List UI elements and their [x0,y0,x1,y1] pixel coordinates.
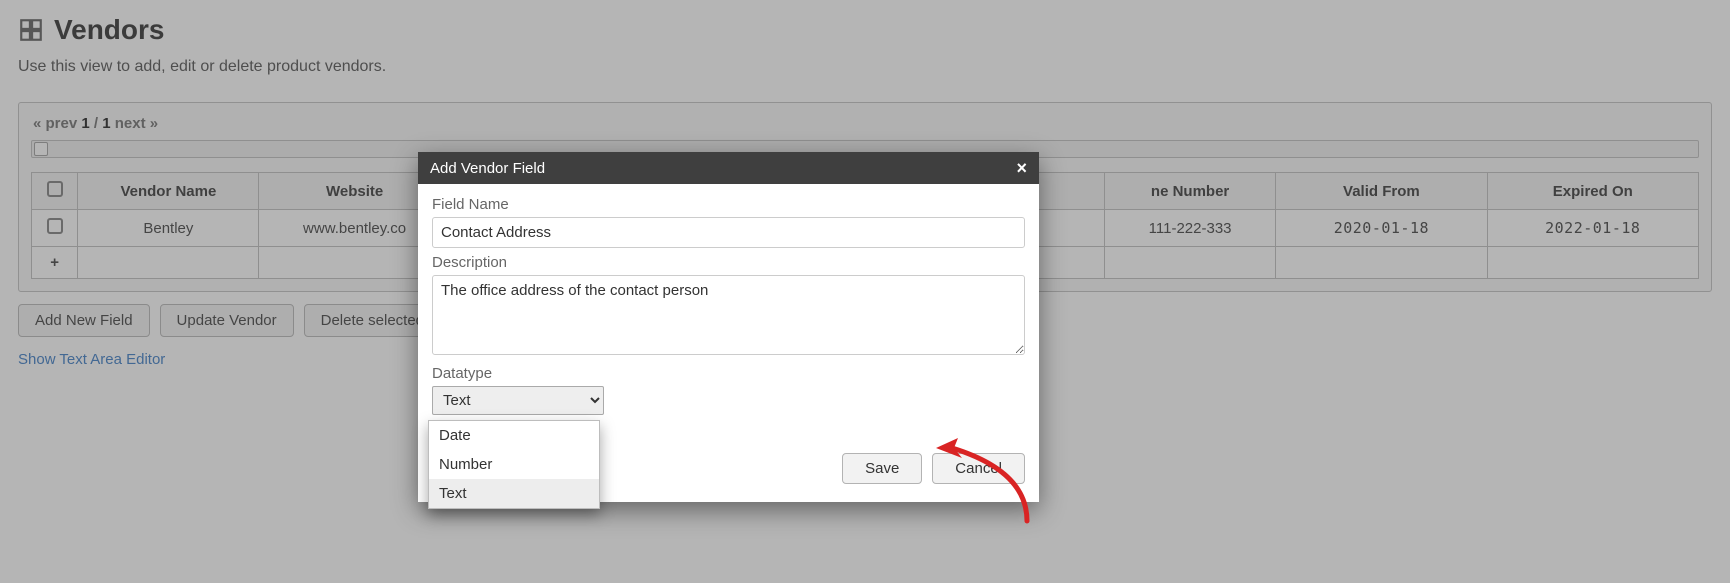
datatype-select[interactable]: Text [432,386,604,415]
pager-next[interactable]: next » [115,115,158,132]
datatype-option-number[interactable]: Number [429,450,599,479]
close-icon[interactable]: × [1016,159,1027,177]
pager-total: 1 [102,115,110,132]
cancel-button[interactable]: Cancel [932,453,1025,484]
datatype-option-date[interactable]: Date [429,421,599,450]
pager-sep: / [94,115,98,132]
col-valid-from[interactable]: Valid From [1276,173,1487,210]
datatype-label: Datatype [432,365,1025,382]
col-vendor-name[interactable]: Vendor Name [78,173,259,210]
cell-expired-on[interactable]: 2022-01-18 [1487,210,1698,247]
col-expired-on[interactable]: Expired On [1487,173,1698,210]
row-checkbox[interactable] [47,218,63,234]
plus-icon[interactable]: + [32,247,78,279]
dialog-title: Add Vendor Field [430,160,545,177]
pager: « prev 1 / 1 next » [33,115,1699,132]
col-checkbox-header [32,173,78,210]
checkbox-icon[interactable] [47,181,63,197]
cell-vendor-name[interactable]: Bentley [78,210,259,247]
show-text-area-editor-link[interactable]: Show Text Area Editor [18,351,165,368]
page-subtitle: Use this view to add, edit or delete pro… [18,58,1712,76]
datatype-option-text[interactable]: Text [429,479,599,508]
save-button[interactable]: Save [842,453,922,484]
page-title: Vendors [54,14,164,46]
add-new-field-button[interactable]: Add New Field [18,304,150,337]
description-label: Description [432,254,1025,271]
col-phone[interactable]: ne Number [1105,173,1276,210]
cell-valid-from[interactable]: 2020-01-18 [1276,210,1487,247]
scrollbar-thumb[interactable] [34,142,48,156]
cell-phone[interactable]: 111-222-333 [1105,210,1276,247]
pager-prev[interactable]: « prev [33,115,77,132]
update-vendor-button[interactable]: Update Vendor [160,304,294,337]
grid-icon [18,17,44,43]
field-name-input[interactable] [432,217,1025,248]
pager-current: 1 [81,115,89,132]
field-name-label: Field Name [432,196,1025,213]
datatype-dropdown-list[interactable]: Date Number Text [428,420,600,509]
description-textarea[interactable]: The office address of the contact person [432,275,1025,355]
